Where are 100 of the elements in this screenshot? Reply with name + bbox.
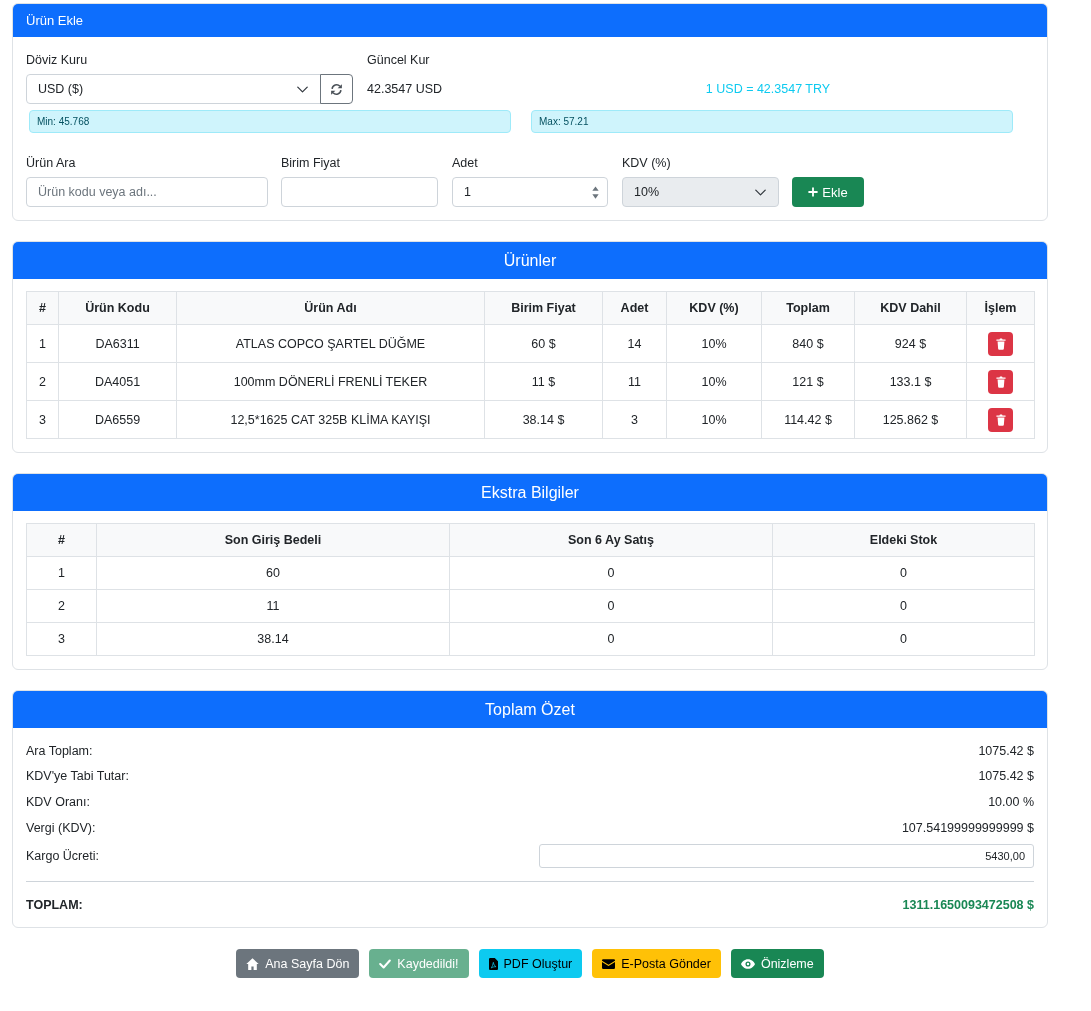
quantity-field[interactable]: 1 (452, 177, 608, 207)
table-cell: ATLAS COPCO ŞARTEL DÜĞME (176, 324, 485, 363)
field-label: Döviz Kuru (26, 52, 88, 68)
table-cell: 60 (96, 556, 450, 590)
check-icon (379, 958, 392, 969)
table-cell: 2 (26, 362, 59, 401)
table-cell: 1 (26, 324, 59, 363)
refresh-button[interactable] (320, 74, 353, 104)
table-cell: 924 $ (854, 324, 967, 363)
summary-value: 107.54199999999999 $ (901, 820, 1034, 835)
total-label: TOPLAM: (26, 898, 83, 913)
table-cell: 10% (666, 324, 762, 363)
envelope-icon (602, 958, 616, 969)
rate-value: 42.3547 USD (367, 81, 443, 98)
plus-icon (808, 187, 819, 197)
trash-icon (995, 375, 1006, 388)
refresh-icon (330, 82, 343, 96)
summary-value: 10.00 % (988, 795, 1034, 809)
table-cell: 12,5*1625 CAT 325B KLİMA KAYIŞI (176, 400, 485, 439)
table-cell: 3 (26, 622, 97, 656)
info-alert: Max: 57.21 (531, 110, 1013, 133)
summary-label: Kargo Ücreti: (26, 849, 99, 864)
table-cell: 11 (96, 589, 450, 623)
table-cell: 3 (602, 400, 667, 439)
table-cell: DA4051 (58, 362, 177, 401)
summary-label: KDV'ye Tabi Tutar: (26, 769, 129, 784)
pdf-file-icon (488, 957, 498, 970)
table-cell: 0 (772, 556, 1035, 590)
section-header: Ürün Ekle (13, 4, 1047, 37)
column-header: İşlem (966, 291, 1035, 325)
field-label: KDV (%) (622, 155, 671, 171)
delete-button[interactable] (988, 331, 1013, 356)
table-cell: 121 $ (761, 362, 855, 401)
table-cell: 0 (772, 622, 1035, 656)
table-cell: 10% (666, 400, 762, 439)
currency-select[interactable]: USD ($) (26, 74, 321, 104)
summary-label: KDV Oranı: (26, 795, 90, 809)
table-cell: 14 (602, 324, 667, 363)
chevron-down-icon (755, 188, 766, 196)
table-cell: 100mm DÖNERLİ FRENLİ TEKER (176, 362, 485, 401)
action-button[interactable]: Önizleme (730, 949, 824, 979)
spinner-icon (592, 184, 599, 200)
column-header: Adet (602, 291, 667, 325)
column-header: Ürün Kodu (58, 291, 177, 325)
summary-label: Vergi (KDV): (26, 820, 96, 835)
delete-button[interactable] (988, 407, 1013, 432)
summary-value: 1075.42 $ (978, 769, 1034, 784)
section-header: Toplam Özet (13, 691, 1047, 728)
column-header: KDV Dahil (854, 291, 967, 325)
table-cell: DA6559 (58, 400, 177, 439)
action-button[interactable]: Ana Sayfa Dön (236, 949, 360, 979)
info-alert: Min: 45.768 (29, 110, 511, 133)
column-header: Son 6 Ay Satış (449, 523, 773, 557)
shipping-field[interactable]: 5430,00 (539, 844, 1034, 869)
field-label: Ürün Ara (26, 155, 76, 171)
price-field[interactable] (281, 177, 438, 207)
chevron-down-icon (297, 85, 308, 93)
table-cell: 133.1 $ (854, 362, 967, 401)
search-field[interactable]: Ürün kodu veya adı... (26, 177, 268, 207)
table-cell: 60 $ (484, 324, 603, 363)
action-button[interactable]: E-Posta Gönder (592, 949, 721, 979)
table-cell: 0 (772, 589, 1035, 623)
table-cell: 1 (26, 556, 97, 590)
conversion-text: 1 USD = 42.3547 TRY (705, 81, 831, 98)
delete-button[interactable] (988, 369, 1013, 394)
column-header: Ürün Adı (176, 291, 485, 325)
summary-value: 1075.42 $ (978, 743, 1034, 758)
home-icon (246, 957, 260, 970)
table-cell: 38.14 $ (484, 400, 603, 439)
table-cell: 2 (26, 589, 97, 623)
field-label: Güncel Kur (367, 52, 430, 68)
table-cell: 125.862 $ (854, 400, 967, 439)
field-label: Adet (452, 155, 478, 171)
table-cell: 0 (449, 556, 773, 590)
column-header: # (26, 523, 97, 557)
trash-icon (995, 413, 1006, 426)
table-cell: 840 $ (761, 324, 855, 363)
table-cell: 114.42 $ (761, 400, 855, 439)
table-cell: 11 (602, 362, 667, 401)
column-header: Toplam (761, 291, 855, 325)
add-button[interactable]: Ekle (792, 177, 864, 207)
trash-icon (995, 337, 1006, 350)
column-header: KDV (%) (666, 291, 762, 325)
table-cell: 10% (666, 362, 762, 401)
summary-label: Ara Toplam: (26, 743, 93, 758)
column-header: # (26, 291, 59, 325)
field-label: Birim Fiyat (281, 155, 341, 171)
column-header: Son Giriş Bedeli (96, 523, 450, 557)
table-cell: 0 (449, 589, 773, 623)
table-cell: 0 (449, 622, 773, 656)
column-header: Birim Fiyat (484, 291, 603, 325)
table-cell: 38.14 (96, 622, 450, 656)
column-header: Eldeki Stok (772, 523, 1035, 557)
table-cell: DA6311 (58, 324, 177, 363)
table-cell: 11 $ (484, 362, 603, 401)
total-value: 1311.1650093472508 $ (902, 898, 1034, 913)
eye-icon (740, 958, 755, 969)
section-header: Ürünler (13, 242, 1047, 279)
section-header: Ekstra Bilgiler (13, 474, 1047, 511)
action-button[interactable]: PDF Oluştur (478, 949, 583, 979)
